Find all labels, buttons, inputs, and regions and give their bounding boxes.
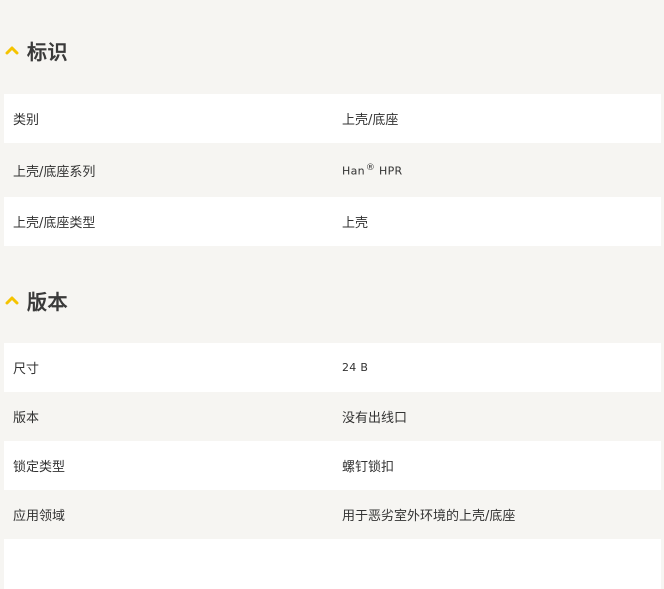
- table-row: 上壳/底座系列 Han® HPR: [4, 143, 661, 197]
- series-suffix: HPR: [375, 164, 403, 178]
- version-table: 尺寸 24 B 版本 没有出线口 锁定类型 螺钉锁扣 应用领域 用于恶劣室外环境…: [4, 343, 661, 589]
- registered-mark: ®: [365, 162, 376, 173]
- chevron-up-icon[interactable]: [4, 42, 20, 58]
- row-value: 没有出线口: [342, 411, 408, 426]
- row-label: 类别: [13, 113, 40, 128]
- row-label: 尺寸: [13, 362, 40, 377]
- row-label: 锁定类型: [13, 460, 66, 475]
- row-label: 上壳/底座系列: [13, 164, 96, 180]
- row-value: 上壳: [342, 216, 369, 231]
- table-row: 锁定类型 螺钉锁扣: [4, 441, 661, 490]
- row-value: 24 B: [342, 361, 369, 374]
- table-row: 应用领域 用于恶劣室外环境的上壳/底座: [4, 490, 661, 539]
- table-row: 版本 没有出线口: [4, 392, 661, 441]
- series-name: Han: [342, 164, 365, 178]
- chevron-up-icon[interactable]: [4, 292, 20, 308]
- row-value: 螺钉锁扣: [342, 460, 395, 475]
- table-row: 尺寸 24 B: [4, 343, 661, 392]
- identification-table: 类别 上壳/底座 上壳/底座系列 Han® HPR 上壳/底座类型 上壳: [4, 94, 661, 246]
- row-value: 用于恶劣室外环境的上壳/底座: [342, 509, 516, 524]
- row-value: 上壳/底座: [342, 113, 399, 128]
- row-label: 应用领域: [13, 509, 66, 524]
- table-row-empty: [4, 539, 661, 589]
- section-header-version[interactable]: 版本: [4, 284, 68, 316]
- row-label: 上壳/底座类型: [13, 216, 96, 231]
- table-row: 类别 上壳/底座: [4, 94, 661, 143]
- section-header-identification[interactable]: 标识: [4, 34, 68, 66]
- row-value: Han® HPR: [334, 163, 661, 178]
- section-title: 版本: [27, 289, 68, 314]
- section-title: 标识: [27, 39, 68, 64]
- row-label: 版本: [13, 411, 40, 426]
- table-row: 上壳/底座类型 上壳: [4, 197, 661, 246]
